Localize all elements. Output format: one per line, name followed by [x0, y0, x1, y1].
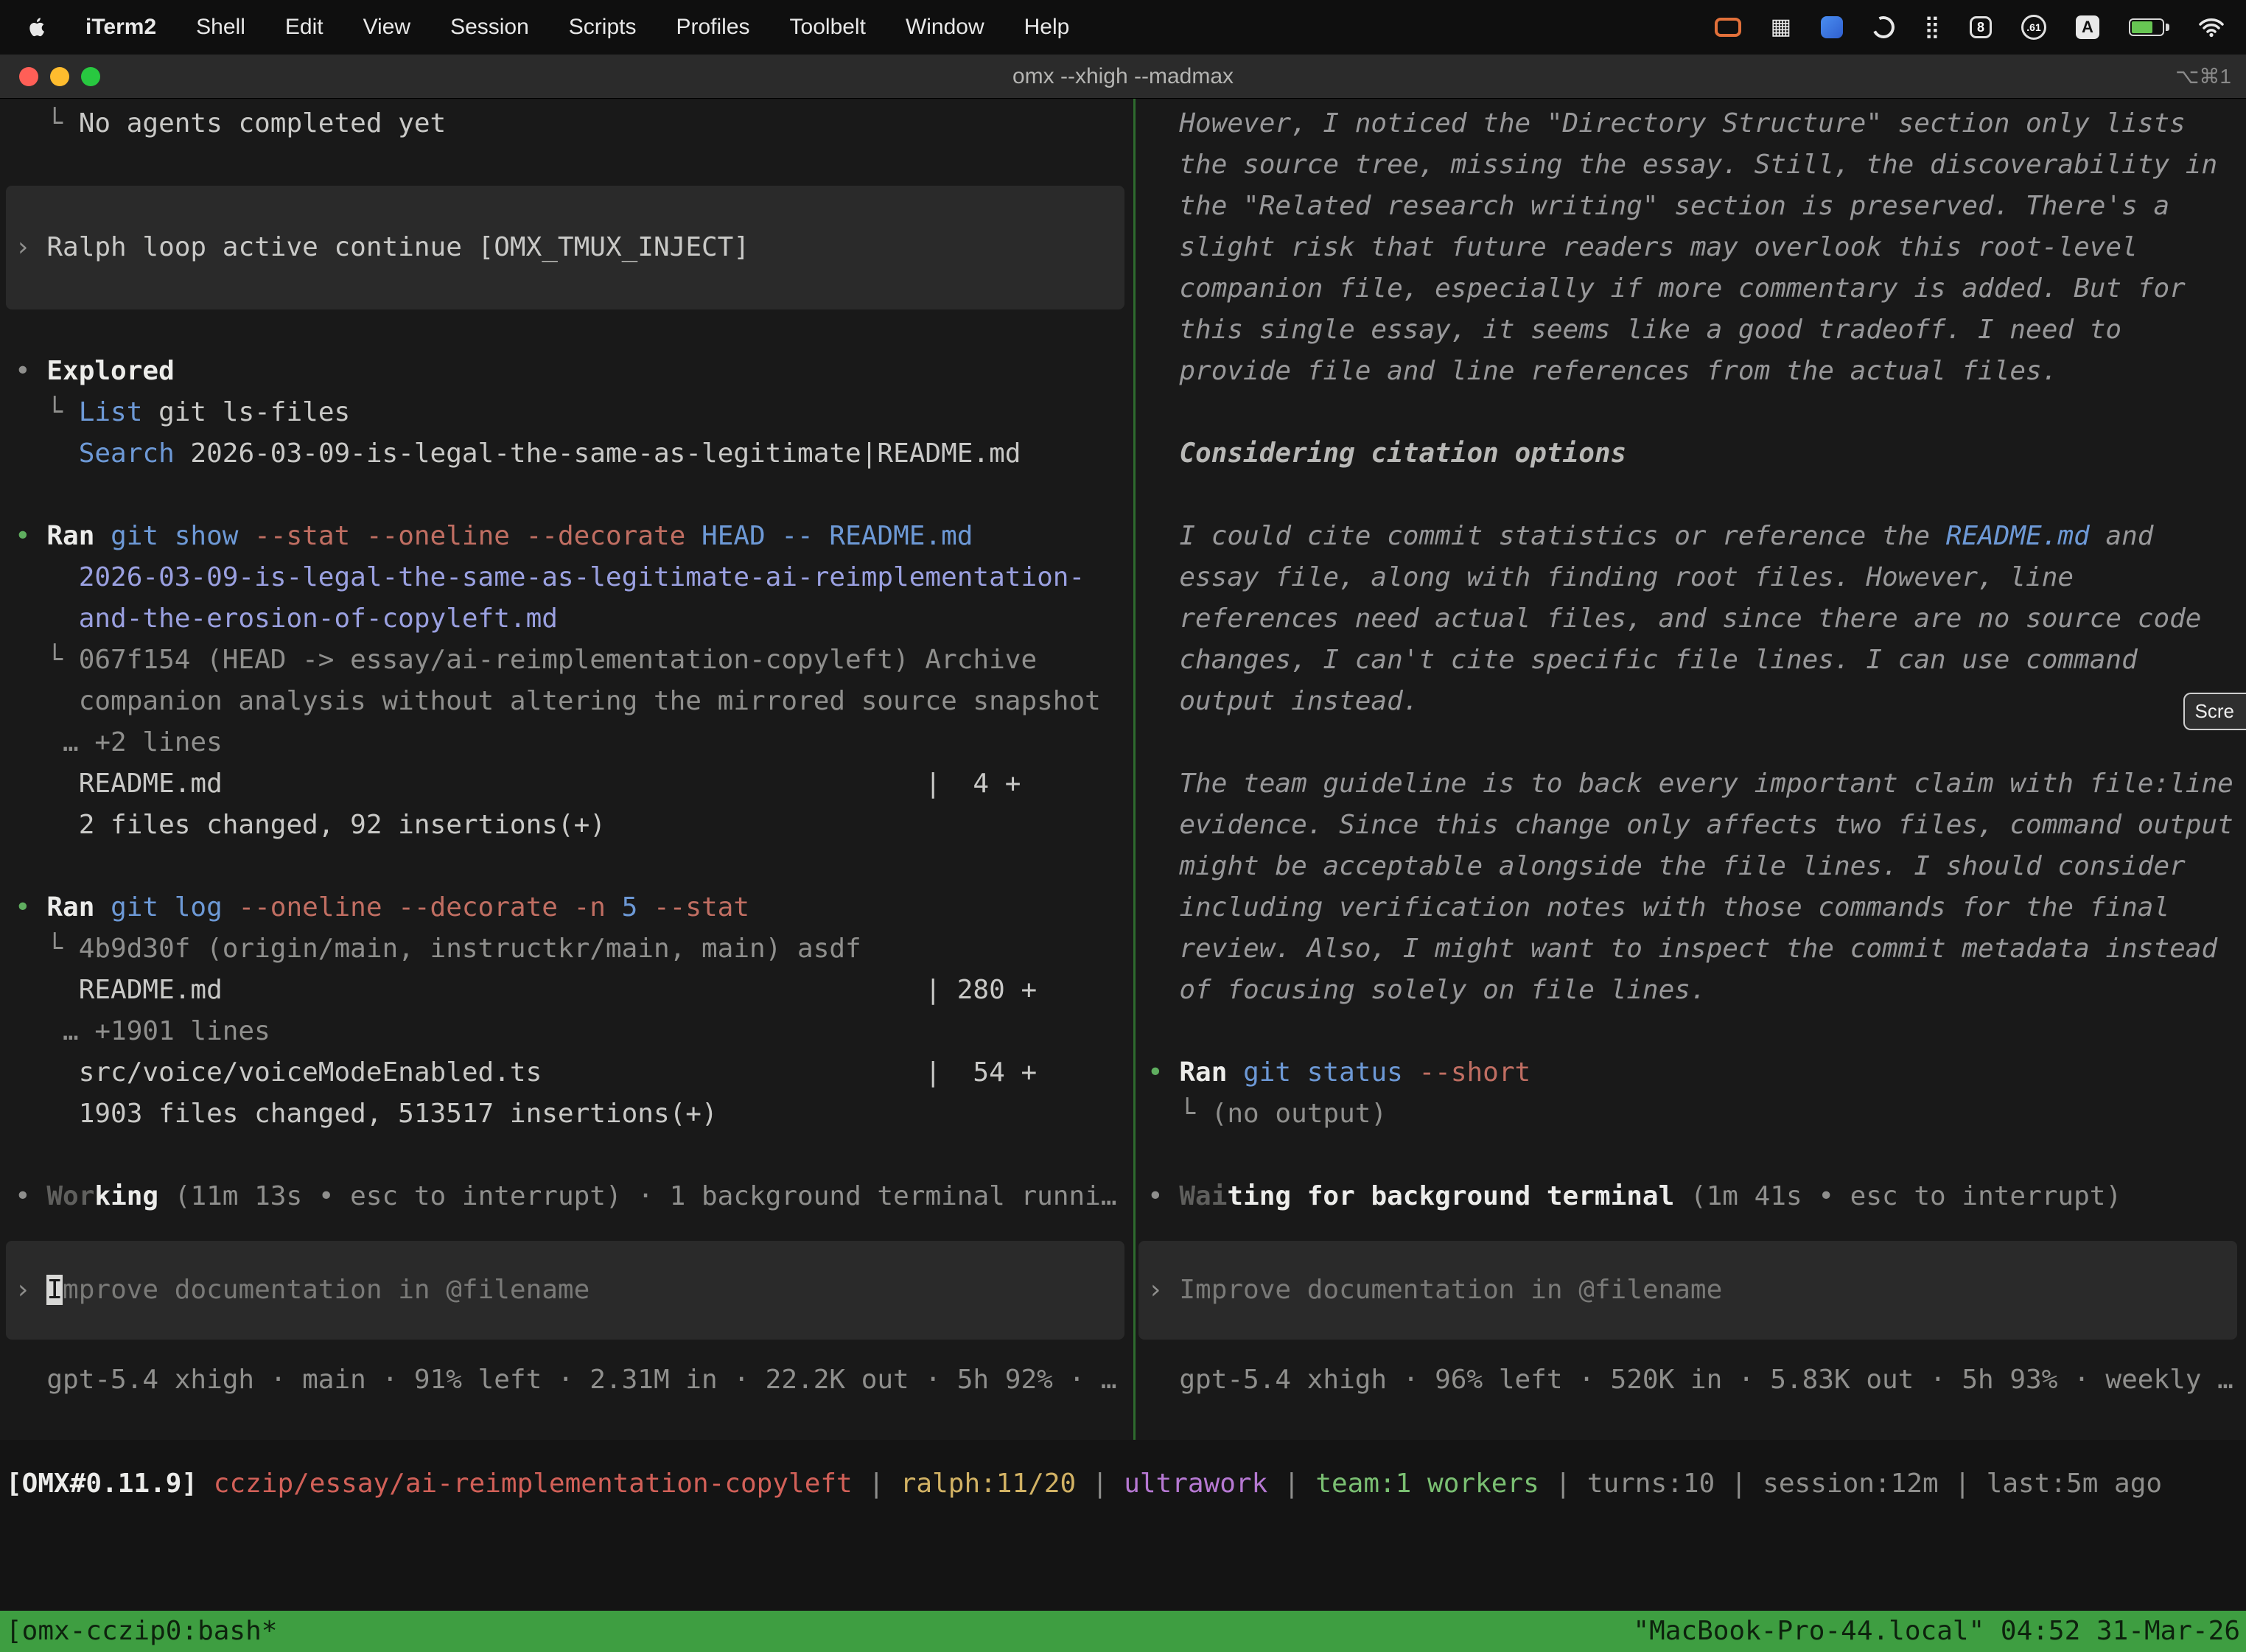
window-shortcut-hint: ⌥⌘1: [2175, 64, 2246, 88]
diffstat-total-line: 2 files changed, 92 insertions(+): [15, 805, 1133, 846]
screen-edge-tab[interactable]: Scre: [2183, 693, 2246, 730]
reasoning-heading: Considering citation options: [1147, 433, 2246, 475]
elided-lines-indicator: … +2 lines: [15, 722, 1133, 763]
commit-summary-line: └ 067f154 (HEAD -> essay/ai-reimplementa…: [15, 640, 1133, 681]
ran-git-log-line: • Ran git log --oneline --decorate -n 5 …: [15, 887, 1133, 928]
reasoning-line: The team guideline is to back every impo…: [1147, 763, 2246, 805]
ralph-loop-banner: › Ralph loop active continue [OMX_TMUX_I…: [6, 186, 1124, 309]
menu-session[interactable]: Session: [450, 15, 529, 40]
passkey-icon[interactable]: 8: [1970, 16, 1992, 38]
diffstat-total-line: 1903 files changed, 513517 insertions(+): [15, 1093, 1133, 1135]
blank-line: [1147, 722, 2246, 763]
menu-bar-left: iTerm2 Shell Edit View Session Scripts P…: [0, 15, 1069, 40]
battery-icon[interactable]: [2129, 18, 2169, 36]
explored-header-line: • Explored: [15, 351, 1133, 392]
menu-help[interactable]: Help: [1024, 15, 1070, 40]
tmux-session-info: [omx-cczip0:bash*: [6, 1611, 277, 1652]
reasoning-line: changes, I can't cite specific file line…: [1147, 640, 2246, 681]
reasoning-line: this single essay, it seems like a good …: [1147, 309, 2246, 351]
reasoning-line: provide file and line references from th…: [1147, 351, 2246, 392]
terminal-area: └ No agents completed yet › Ralph loop ac…: [0, 99, 2246, 1440]
ran-git-status-line: • Ran git status --short: [1147, 1052, 2246, 1093]
blank-line: [1147, 392, 2246, 433]
reasoning-line: However, I noticed the "Directory Struct…: [1147, 103, 2246, 144]
menu-view[interactable]: View: [363, 15, 410, 40]
menu-shell[interactable]: Shell: [196, 15, 245, 40]
menu-toolbelt[interactable]: Toolbelt: [790, 15, 866, 40]
left-terminal-pane[interactable]: └ No agents completed yet › Ralph loop ac…: [0, 99, 1133, 1440]
blank-line: [15, 1135, 1133, 1176]
tmux-status-bar: [omx-cczip0:bash* "MacBook-Pro-44.local"…: [0, 1611, 2246, 1652]
ran-git-show-line: • Ran git show --stat --oneline --decora…: [15, 516, 1133, 557]
reasoning-line: including verification notes with those …: [1147, 887, 2246, 928]
explored-search-line: Search 2026-03-09-is-legal-the-same-as-l…: [15, 433, 1133, 475]
reasoning-line: essay file, along with finding root file…: [1147, 557, 2246, 598]
blank-line: [15, 309, 1133, 351]
below-panes-area: [OMX#0.11.9] cczip/essay/ai-reimplementa…: [0, 1463, 2246, 1611]
window-title-bar: omx --xhigh --madmax ⌥⌘1: [0, 55, 2246, 99]
reasoning-line: the source tree, missing the essay. Stil…: [1147, 144, 2246, 186]
menu-app-name[interactable]: iTerm2: [85, 15, 156, 40]
reasoning-line: slight risk that future readers may over…: [1147, 227, 2246, 268]
reasoning-line: companion file, especially if more comme…: [1147, 268, 2246, 309]
menu-edit[interactable]: Edit: [285, 15, 323, 40]
reasoning-line: the "Related research writing" section i…: [1147, 186, 2246, 227]
command-arg-wrap-line: and-the-erosion-of-copyleft.md: [15, 598, 1133, 640]
menu-window[interactable]: Window: [906, 15, 984, 40]
diffstat-line: README.md | 280 +: [15, 970, 1133, 1011]
reasoning-line: review. Also, I might want to inspect th…: [1147, 928, 2246, 970]
minimize-button[interactable]: [50, 67, 69, 86]
working-status-line: • Working (11m 13s • esc to interrupt) ·…: [15, 1176, 1133, 1217]
reasoning-line: of focusing solely on file lines.: [1147, 970, 2246, 1011]
gauge-icon[interactable]: .61: [2021, 15, 2046, 40]
traffic-lights: [0, 67, 100, 86]
blank-line: [1147, 1135, 2246, 1176]
no-output-line: └ (no output): [1147, 1093, 2246, 1135]
blank-line: [1147, 475, 2246, 516]
grid-icon[interactable]: ▦: [1771, 16, 1791, 38]
waiting-status-line: • Waiting for background terminal (1m 41…: [1147, 1176, 2246, 1217]
menu-scripts[interactable]: Scripts: [569, 15, 637, 40]
commit-summary-line: └ 4b9d30f (origin/main, instructkr/main,…: [15, 928, 1133, 970]
tmux-host-time: "MacBook-Pro-44.local" 04:52 31-Mar-26: [1633, 1611, 2240, 1652]
reasoning-line: I could cite commit statistics or refere…: [1147, 516, 2246, 557]
blue-app-icon[interactable]: [1821, 16, 1843, 38]
omx-status-line: [OMX#0.11.9] cczip/essay/ai-reimplementa…: [0, 1463, 2246, 1505]
model-status-line: gpt-5.4 xhigh · main · 91% left · 2.31M …: [15, 1359, 1133, 1401]
commit-summary-line: companion analysis without altering the …: [15, 681, 1133, 722]
menu-profiles[interactable]: Profiles: [676, 15, 749, 40]
wifi-icon[interactable]: [2199, 18, 2224, 38]
reasoning-line: might be acceptable alongside the file l…: [1147, 846, 2246, 887]
agents-completed-line: └ No agents completed yet: [15, 103, 1133, 144]
explored-list-line: └ List git ls-files: [15, 392, 1133, 433]
dots-grid-icon[interactable]: ⣿: [1924, 16, 1940, 38]
right-terminal-pane[interactable]: However, I noticed the "Directory Struct…: [1133, 99, 2246, 1440]
screen-recording-indicator-icon[interactable]: [1715, 18, 1741, 37]
diffstat-line: src/voice/voiceModeEnabled.ts | 54 +: [15, 1052, 1133, 1093]
prompt-input-left[interactable]: › Improve documentation in @filename: [6, 1241, 1124, 1340]
model-status-line: gpt-5.4 xhigh · 96% left · 520K in · 5.8…: [1147, 1359, 2246, 1401]
diffstat-line: README.md | 4 +: [15, 763, 1133, 805]
close-button[interactable]: [19, 67, 38, 86]
menu-bar-status-icons: ▦ ⣿ 8 .61 A: [1715, 15, 2246, 40]
reasoning-line: evidence. Since this change only affects…: [1147, 805, 2246, 846]
prompt-input-right[interactable]: › Improve documentation in @filename: [1138, 1241, 2237, 1340]
blank-line: [15, 475, 1133, 516]
blank-line: [15, 144, 1133, 186]
swirl-app-icon[interactable]: [1869, 13, 1897, 41]
zoom-button[interactable]: [81, 67, 100, 86]
input-source-icon[interactable]: A: [2076, 15, 2099, 39]
window-title: omx --xhigh --madmax: [0, 64, 2246, 89]
reasoning-line: references need actual files, and since …: [1147, 598, 2246, 640]
command-arg-wrap-line: 2026-03-09-is-legal-the-same-as-legitima…: [15, 557, 1133, 598]
blank-line: [15, 846, 1133, 887]
elided-lines-indicator: … +1901 lines: [15, 1011, 1133, 1052]
blank-line: [1147, 1011, 2246, 1052]
macos-menu-bar: iTerm2 Shell Edit View Session Scripts P…: [0, 0, 2246, 55]
apple-menu-icon[interactable]: [28, 17, 46, 38]
reasoning-line: output instead.: [1147, 681, 2246, 722]
